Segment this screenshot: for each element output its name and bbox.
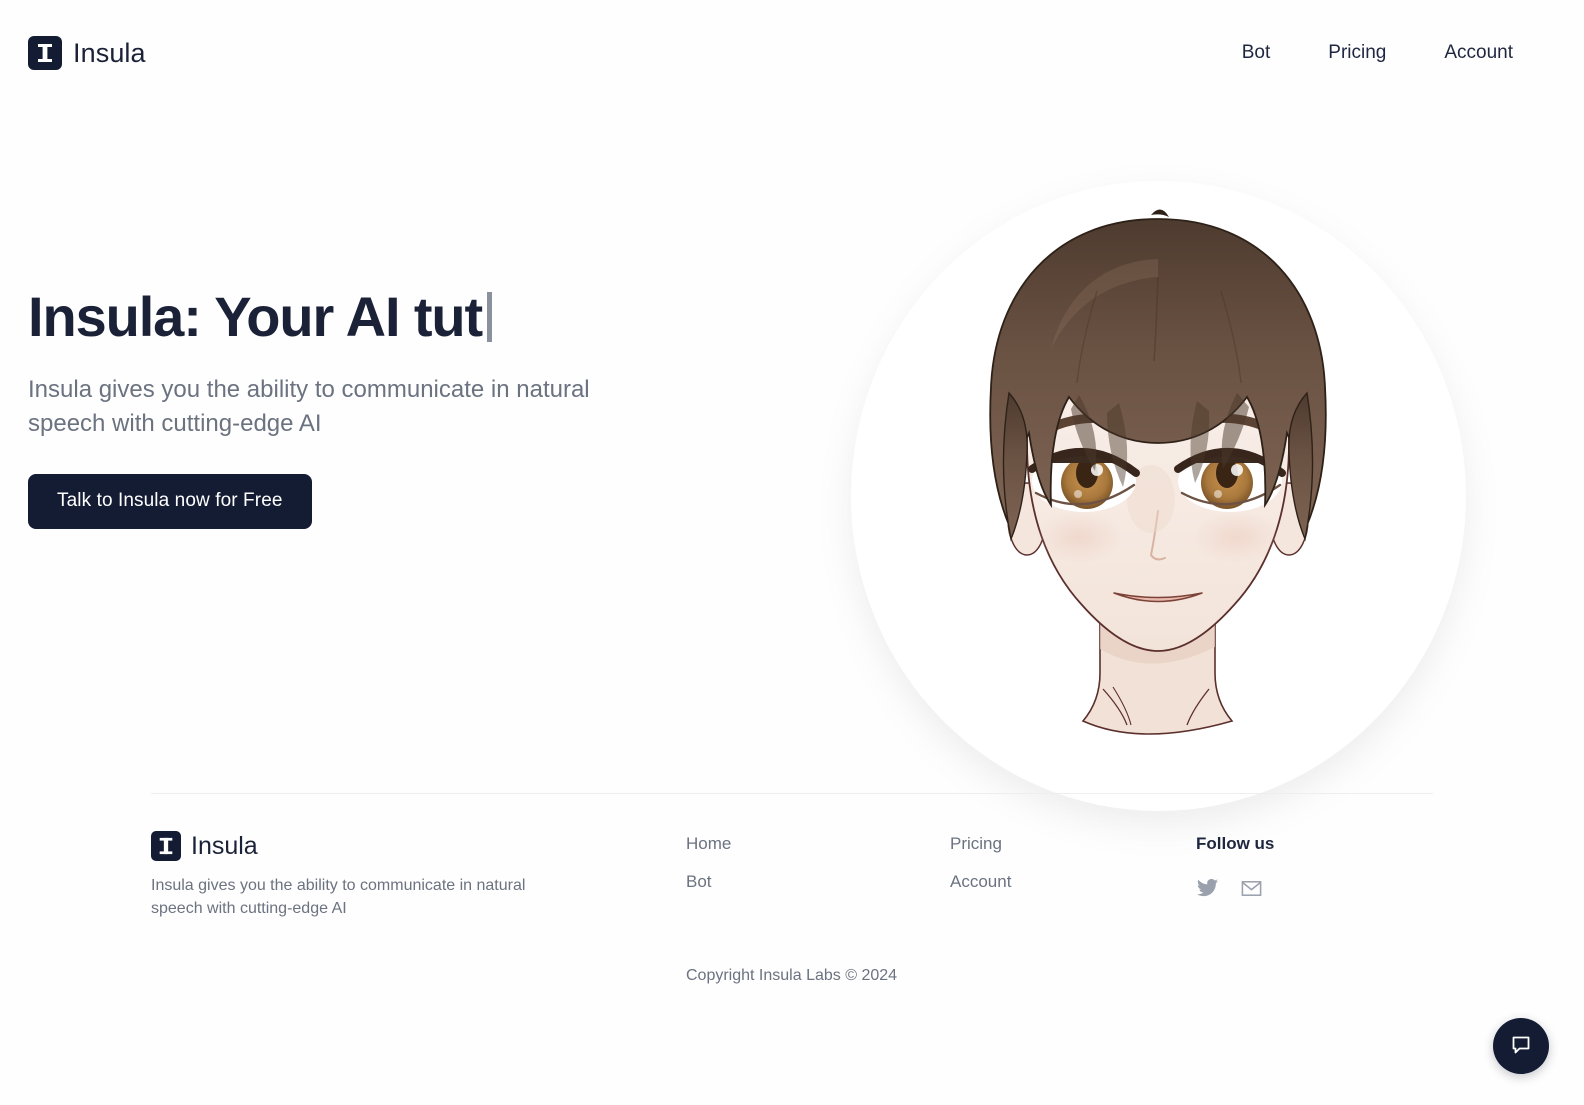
avatar [851, 181, 1466, 811]
chat-bubble-icon [1509, 1033, 1533, 1060]
page-root: Insula Bot Pricing Account Insula: Your … [0, 0, 1584, 1105]
nav-item-pricing[interactable]: Pricing [1328, 42, 1386, 64]
nav-item-bot[interactable]: Bot [1242, 42, 1271, 64]
footer-links-column-2: Pricing Account [950, 834, 1011, 892]
follow-us-label: Follow us [1196, 834, 1275, 853]
email-link[interactable] [1240, 877, 1263, 905]
site-header: Insula Bot Pricing Account [0, 0, 1584, 106]
social-icon-row [1196, 877, 1274, 905]
page-title: Insula: Your AI tut [28, 285, 728, 348]
site-footer: Insula Insula gives you the ability to c… [0, 812, 1584, 984]
footer-social: Follow us [1196, 834, 1274, 905]
footer-link-bot[interactable]: Bot [686, 872, 731, 892]
footer-brand-name: Insula [191, 831, 258, 860]
brand-logo[interactable]: Insula [28, 36, 146, 70]
brand-name: Insula [73, 37, 146, 68]
insula-serif-i-icon [28, 36, 62, 70]
hero-section: Insula: Your AI tut Insula gives you the… [0, 106, 1584, 811]
chat-widget-button[interactable] [1493, 1018, 1549, 1074]
primary-nav: Bot Pricing Account [1242, 42, 1513, 64]
footer-columns: Insula Insula gives you the ability to c… [0, 812, 1584, 984]
nav-item-account[interactable]: Account [1444, 42, 1513, 64]
footer-link-pricing[interactable]: Pricing [950, 834, 1011, 854]
twitter-icon [1196, 877, 1219, 905]
copyright-text: Copyright Insula Labs © 2024 [686, 967, 898, 984]
insula-serif-i-icon [151, 831, 181, 861]
footer-link-home[interactable]: Home [686, 834, 731, 854]
hero-copy: Insula: Your AI tut Insula gives you the… [28, 285, 728, 529]
typing-caret [487, 292, 493, 343]
hero-subtitle: Insula gives you the ability to communic… [28, 376, 590, 437]
email-icon [1240, 877, 1263, 905]
footer-tagline: Insula gives you the ability to communic… [151, 877, 526, 917]
footer-brand-row[interactable]: Insula [151, 831, 591, 861]
footer-divider [151, 793, 1433, 794]
talk-to-insula-button[interactable]: Talk to Insula now for Free [28, 473, 312, 529]
footer-links-column-1: Home Bot [686, 834, 731, 892]
headline-typed-text: Insula: Your AI tut [28, 285, 483, 348]
footer-brand: Insula Insula gives you the ability to c… [151, 831, 591, 920]
twitter-link[interactable] [1196, 877, 1219, 905]
footer-link-account[interactable]: Account [950, 872, 1011, 892]
anime-tutor-avatar-icon [851, 181, 1466, 811]
